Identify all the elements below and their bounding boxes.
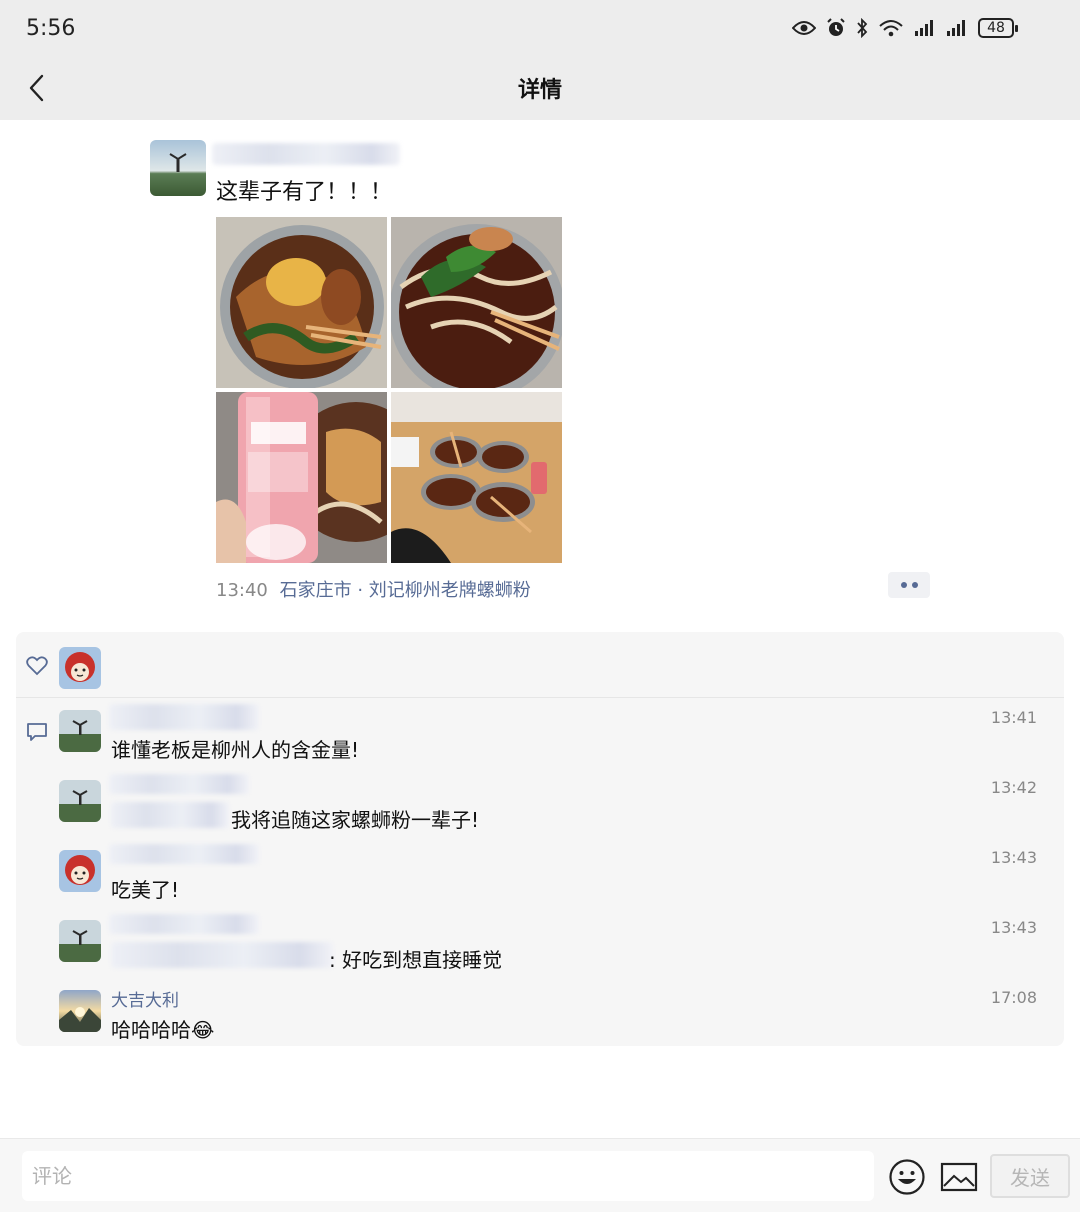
post-location[interactable]: 石家庄市 · 刘记柳州老牌螺蛳粉 xyxy=(280,580,531,601)
comment-time: 13:43 xyxy=(990,848,1037,867)
comment-text: 吃美了! xyxy=(111,878,180,902)
comment-item[interactable]: 谁懂老板是柳州人的含金量! 13:41 xyxy=(59,702,1059,770)
commenter-avatar[interactable] xyxy=(59,920,101,962)
interaction-panel: 谁懂老板是柳州人的含金量! 13:41 我将追随这家螺蛳粉一辈子! 13:42 … xyxy=(16,632,1064,1046)
comment-text: 哈哈哈哈😂 xyxy=(111,1018,215,1042)
commenter-name-blurred xyxy=(109,844,259,864)
post-meta: 13:40 石家庄市 · 刘记柳州老牌螺蛳粉 xyxy=(216,576,531,602)
dot xyxy=(900,582,907,588)
comment-time: 13:42 xyxy=(990,778,1037,797)
photo-pink-drink-can[interactable] xyxy=(216,392,387,563)
photo-noodle-bowl[interactable] xyxy=(216,217,387,388)
comment-time: 13:43 xyxy=(990,918,1037,937)
dot xyxy=(911,582,918,588)
bluetooth-icon xyxy=(857,18,868,38)
comment-text: 谁懂老板是柳州人的含金量! xyxy=(111,738,360,762)
alarm-icon xyxy=(827,18,845,36)
comment-text: 我将追随这家螺蛳粉一辈子! xyxy=(231,808,480,832)
commenter-name-blurred xyxy=(109,774,249,794)
commenter-name-blurred xyxy=(111,802,229,828)
commenter-avatar[interactable] xyxy=(59,780,101,822)
photo-noodle-greens[interactable] xyxy=(391,217,562,388)
emoji-icon[interactable] xyxy=(888,1158,926,1196)
post-time: 13:40 xyxy=(216,580,268,601)
liker-avatar[interactable] xyxy=(59,647,101,689)
author-avatar[interactable] xyxy=(150,140,206,196)
like-row xyxy=(16,632,1064,698)
image-icon[interactable] xyxy=(940,1162,978,1192)
comment-icon xyxy=(27,723,47,741)
comment-item[interactable]: 大吉大利 哈哈哈哈😂 17:08 xyxy=(59,982,1059,1050)
top-bar: 5:56 48 详情 xyxy=(0,0,1080,120)
signal-icon xyxy=(915,20,933,36)
comment-time: 13:41 xyxy=(990,708,1037,727)
commenter-name-blurred xyxy=(109,704,259,730)
photo-grid xyxy=(216,217,562,563)
photo-table-bowls[interactable] xyxy=(391,392,562,563)
commenter-name-blurred xyxy=(111,942,333,968)
commenter-avatar[interactable] xyxy=(59,710,101,752)
more-actions-button[interactable] xyxy=(888,572,930,598)
status-time: 5:56 xyxy=(26,16,76,41)
comment-bar: 发送 xyxy=(0,1138,1080,1212)
comment-time: 17:08 xyxy=(990,988,1037,1007)
commenter-name-blurred xyxy=(109,914,259,934)
commenter-name[interactable]: 大吉大利 xyxy=(111,986,179,1011)
wifi-icon xyxy=(879,20,903,37)
comment-input[interactable] xyxy=(22,1151,874,1201)
comment-item[interactable]: 吃美了! 13:43 xyxy=(59,842,1059,910)
comment-item[interactable]: : 好吃到想直接睡觉 13:43 xyxy=(59,912,1059,980)
send-button[interactable]: 发送 xyxy=(990,1154,1070,1198)
heart-icon xyxy=(26,656,48,676)
commenter-avatar[interactable] xyxy=(59,850,101,892)
comment-item[interactable]: 我将追随这家螺蛳粉一辈子! 13:42 xyxy=(59,772,1059,840)
commenter-avatar[interactable] xyxy=(59,990,101,1032)
comment-text: : 好吃到想直接睡觉 xyxy=(329,948,503,972)
post-text: 这辈子有了！！！ xyxy=(216,180,393,205)
signal-icon xyxy=(947,20,965,36)
eye-icon xyxy=(792,21,816,35)
status-icons: 48 xyxy=(792,18,1018,38)
author-name-blurred xyxy=(212,143,400,165)
battery-icon: 48 xyxy=(978,18,1018,38)
page-title: 详情 xyxy=(517,78,562,103)
